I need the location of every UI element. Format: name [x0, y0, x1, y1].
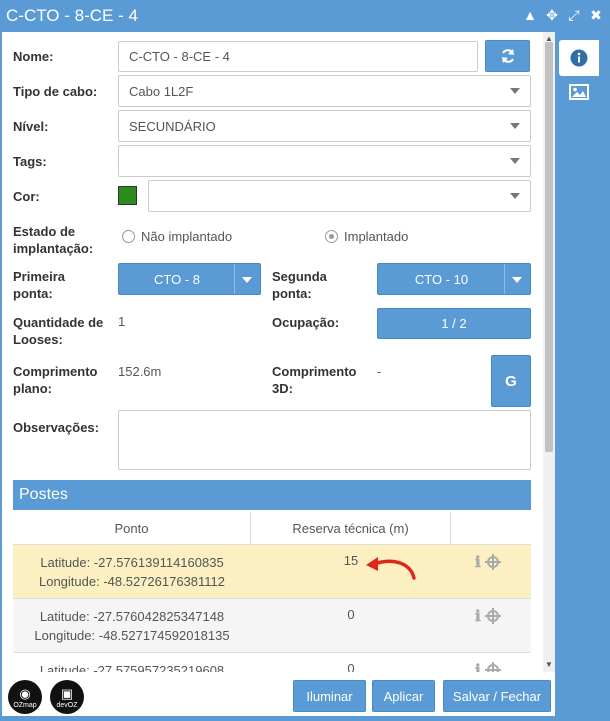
tipo-value: Cabo 1L2F — [129, 83, 194, 99]
window-titlebar: C-CTO - 8-CE - 4 ▲ ✥ ⤢ ✖ — [0, 0, 610, 32]
estado-label: Estado de implantação: — [13, 224, 94, 256]
col-acoes — [451, 512, 531, 544]
observacoes-textarea[interactable] — [118, 410, 531, 470]
g-button[interactable]: G — [491, 355, 531, 407]
looses-value: 1 — [118, 314, 126, 329]
annotation-arrow — [366, 557, 416, 580]
col-ponto: Ponto — [13, 512, 251, 544]
postes-header: Postes — [13, 480, 531, 510]
crosshair-icon[interactable] — [484, 608, 501, 624]
cor-select[interactable] — [148, 180, 531, 212]
chevron-down-icon — [510, 158, 520, 164]
primeira-ponta-label: Primeira ponta: — [13, 269, 66, 301]
move-icon[interactable]: ✥ — [544, 7, 560, 23]
primeira-ponta-select[interactable]: CTO - 8 — [118, 263, 261, 295]
nivel-value: SECUNDÁRIO — [129, 118, 216, 134]
primeira-ponta-value: CTO - 8 — [154, 271, 200, 287]
table-row[interactable]: Latitude: -27.576042825347148 Longitude: … — [13, 599, 531, 653]
col-reserva: Reserva técnica (m) — [251, 512, 451, 544]
nome-input[interactable]: C-CTO - 8-CE - 4 — [118, 41, 478, 72]
nivel-select[interactable]: SECUNDÁRIO — [118, 110, 531, 142]
salvar-fechar-button[interactable]: Salvar / Fechar — [443, 680, 551, 712]
tipo-label: Tipo de cabo: — [13, 84, 98, 99]
window-title: C-CTO - 8-CE - 4 — [6, 6, 138, 25]
info-small-icon[interactable]: ℹ — [475, 661, 481, 672]
row-latitude: Latitude: -27.576042825347148 — [39, 609, 225, 624]
tags-select[interactable] — [118, 145, 531, 177]
ocupacao-button[interactable]: 1 / 2 — [377, 308, 531, 339]
ozmap-logo: ◉ OZmap — [8, 680, 42, 714]
crosshair-icon[interactable] — [484, 554, 501, 570]
chevron-up-icon[interactable]: ▲ — [522, 7, 538, 23]
row-longitude: Longitude: -48.52726176381112 — [38, 574, 226, 589]
table-row[interactable]: Latitude: -27.576139114160835 Longitude: … — [13, 545, 531, 599]
observacoes-label: Observações: — [13, 420, 99, 435]
image-icon — [569, 84, 589, 100]
devoz-logo: ▣ devOZ — [50, 680, 84, 714]
refresh-icon — [501, 49, 514, 63]
aplicar-button[interactable]: Aplicar — [372, 680, 435, 712]
info-small-icon[interactable]: ℹ — [475, 553, 481, 571]
scroll-down-icon[interactable]: ▼ — [545, 660, 553, 669]
refresh-button[interactable] — [485, 40, 530, 72]
row-reserva[interactable]: 0 — [251, 607, 451, 622]
color-swatch[interactable] — [118, 186, 137, 205]
close-icon[interactable]: ✖ — [588, 7, 604, 23]
row-longitude: Longitude: -48.527174592018135 — [34, 628, 230, 643]
expand-icon[interactable]: ⤢ — [566, 7, 582, 23]
comprimento-3d-value: - — [377, 364, 382, 379]
comprimento-plano-label: Comprimento plano: — [13, 364, 98, 396]
segunda-ponta-select[interactable]: CTO - 10 — [377, 263, 531, 295]
cor-label: Cor: — [13, 189, 40, 204]
chevron-down-icon — [512, 277, 522, 283]
table-row[interactable]: Latitude: -27.575957235219608 0 ℹ — [13, 653, 531, 672]
tipo-select[interactable]: Cabo 1L2F — [118, 75, 531, 107]
chevron-down-icon — [242, 277, 252, 283]
row-latitude: Latitude: -27.576139114160835 — [40, 555, 224, 570]
window-frame-bottom — [0, 716, 610, 721]
nivel-label: Nível: — [13, 119, 49, 134]
radio-implantado[interactable]: Implantado — [325, 229, 408, 244]
looses-label: Quantidade de Looses: — [13, 315, 104, 347]
row-reserva[interactable]: 0 — [251, 661, 451, 672]
info-small-icon[interactable]: ℹ — [475, 607, 481, 625]
comprimento-3d-label: Comprimento 3D: — [272, 364, 357, 396]
row-latitude: Latitude: -27.575957235219608 — [39, 663, 225, 672]
ocupacao-label: Ocupação: — [272, 315, 340, 330]
form-scrollbar[interactable]: ▲ ▼ — [543, 32, 555, 672]
tags-label: Tags: — [13, 154, 47, 169]
nome-value: C-CTO - 8-CE - 4 — [129, 49, 230, 64]
iluminar-button[interactable]: Iluminar — [293, 680, 366, 712]
chevron-down-icon — [510, 123, 520, 129]
tab-info[interactable] — [559, 40, 599, 76]
chevron-down-icon — [510, 88, 520, 94]
info-icon — [570, 49, 588, 67]
radio-nao-implantado[interactable]: Não implantado — [122, 229, 232, 244]
scrollbar-thumb[interactable] — [545, 42, 553, 452]
comprimento-plano-value: 152.6m — [118, 364, 162, 379]
nome-label: Nome: — [13, 49, 54, 64]
chevron-down-icon — [510, 193, 520, 199]
segunda-ponta-value: CTO - 10 — [414, 271, 469, 287]
postes-table-header: Ponto Reserva técnica (m) — [13, 512, 531, 545]
tab-image[interactable] — [559, 74, 599, 110]
crosshair-icon[interactable] — [484, 662, 501, 672]
sidebar — [555, 32, 610, 716]
segunda-ponta-label: Segunda ponta: — [272, 269, 327, 301]
